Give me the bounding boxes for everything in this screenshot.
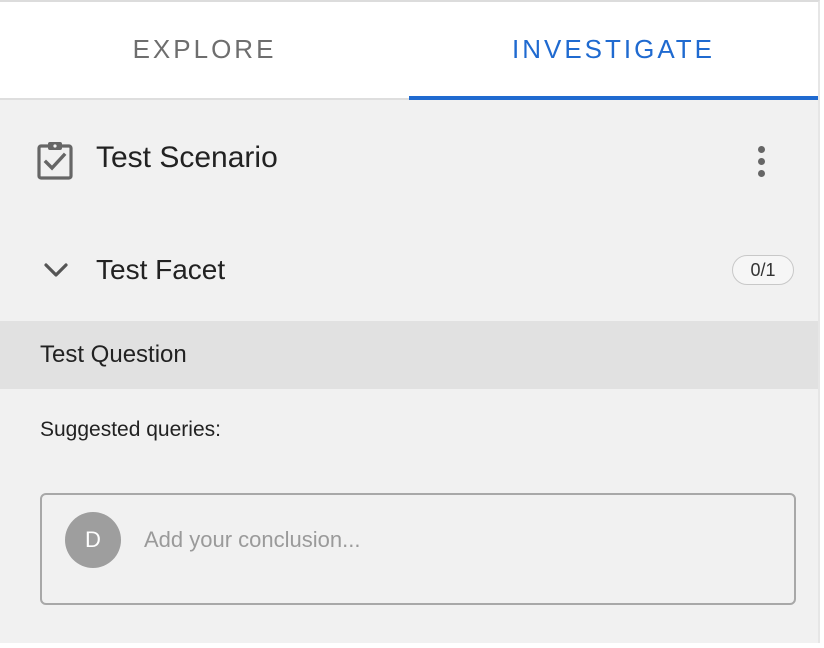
tab-investigate[interactable]: INVESTIGATE [409, 2, 818, 100]
suggested-queries-label: Suggested queries: [40, 418, 221, 441]
scenario-title: Test Scenario [96, 141, 278, 174]
conclusion-box[interactable]: D [40, 493, 796, 605]
more-vert-icon[interactable] [740, 138, 782, 184]
clipboard-check-icon [37, 142, 73, 180]
facet-count-badge: 0/1 [732, 255, 794, 285]
chevron-down-icon[interactable] [40, 254, 72, 286]
conclusion-input[interactable] [144, 523, 764, 557]
facet-title: Test Facet [96, 254, 226, 285]
tab-bar: EXPLORE INVESTIGATE [0, 2, 818, 100]
facet-row[interactable]: Test Facet 0/1 [0, 218, 818, 321]
avatar: D [65, 512, 121, 568]
investigation-panel: EXPLORE INVESTIGATE Test Scenario Test F… [0, 0, 820, 643]
scenario-header: Test Scenario [0, 100, 818, 218]
suggested-queries-section: Suggested queries: [0, 389, 818, 489]
question-item[interactable]: Test Question [0, 321, 818, 389]
question-text: Test Question [40, 341, 187, 368]
tab-explore[interactable]: EXPLORE [0, 2, 409, 98]
